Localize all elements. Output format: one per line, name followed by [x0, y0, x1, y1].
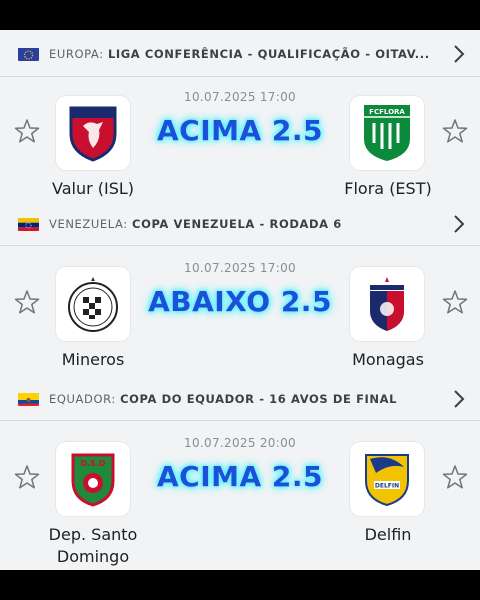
- away-team-name: Monagas: [352, 350, 424, 369]
- team-logo-valur[interactable]: [56, 96, 130, 170]
- divider: [0, 245, 480, 246]
- chevron-right-icon[interactable]: [452, 388, 466, 410]
- league-title: VENEZUELA: COPA VENEZUELA - RODADA 6: [49, 217, 440, 231]
- ecuador-flag-icon: [18, 392, 39, 406]
- favorite-star-icon[interactable]: [14, 464, 40, 490]
- league-competition: LIGA CONFERÊNCIA - QUALIFICAÇÃO - OITAV.…: [107, 47, 430, 61]
- home-team-name-line1: Dep. Santo: [48, 525, 138, 544]
- league-title: EQUADOR: COPA DO EQUADOR - 16 AVOS DE FI…: [49, 392, 440, 406]
- league-header-venezuela[interactable]: VENEZUELA: COPA VENEZUELA - RODADA 6: [0, 206, 480, 242]
- favorite-star-icon[interactable]: [442, 118, 468, 144]
- league-header-europa[interactable]: EUROPA: LIGA CONFERÊNCIA - QUALIFICAÇÃO …: [0, 36, 480, 72]
- league-country: EQUADOR:: [49, 392, 116, 406]
- chevron-right-icon[interactable]: [452, 213, 466, 235]
- favorite-star-icon[interactable]: [442, 464, 468, 490]
- league-country: EUROPA:: [49, 47, 104, 61]
- flora-crest-icon: FCFLORA: [364, 105, 410, 161]
- league-header-equador[interactable]: EQUADOR: COPA DO EQUADOR - 16 AVOS DE FI…: [0, 381, 480, 417]
- divider: [0, 76, 480, 77]
- prediction-label: ABAIXO 2.5: [148, 285, 332, 318]
- home-team-name: Valur (ISL): [51, 179, 135, 198]
- league-competition: COPA VENEZUELA - RODADA 6: [132, 217, 342, 231]
- home-team-name: Dep. Santo Domingo: [28, 524, 158, 568]
- prediction-label: ACIMA 2.5: [156, 114, 324, 147]
- dsd-crest-icon: D.S.D: [71, 453, 115, 507]
- mineros-crest-icon: [68, 277, 118, 332]
- dsd-logo-text: D.S.D: [80, 459, 105, 468]
- delfin-logo-text: DELFIN: [375, 483, 399, 490]
- team-logo-mineros[interactable]: [56, 267, 130, 341]
- league-competition: COPA DO EQUADOR - 16 AVOS DE FINAL: [120, 392, 398, 406]
- team-logo-delfin[interactable]: DELFIN: [350, 442, 424, 516]
- league-country: VENEZUELA:: [49, 217, 128, 231]
- flora-logo-text: FCFLORA: [369, 108, 405, 116]
- divider: [0, 420, 480, 421]
- favorite-star-icon[interactable]: [14, 289, 40, 315]
- match-card-valur-flora[interactable]: 10.07.2025 17:00 ACIMA 2.5 FCFLORA Valur…: [0, 88, 480, 218]
- monagas-crest-icon: [370, 277, 404, 331]
- prediction-label: ACIMA 2.5: [156, 460, 324, 493]
- away-team-name: Flora (EST): [344, 179, 432, 198]
- team-logo-flora[interactable]: FCFLORA: [350, 96, 424, 170]
- away-team-name: Delfin: [364, 525, 412, 544]
- match-card-dsd-delfin[interactable]: 10.07.2025 20:00 D.S.D ACIMA 2.5 DELFIN: [0, 434, 480, 570]
- chevron-right-icon[interactable]: [452, 43, 466, 65]
- match-card-mineros-monagas[interactable]: 10.07.2025 17:00 ABAIXO 2.5 Mineros Mona…: [0, 259, 480, 389]
- home-team-name-line2: Domingo: [56, 547, 130, 566]
- favorite-star-icon[interactable]: [14, 118, 40, 144]
- league-title: EUROPA: LIGA CONFERÊNCIA - QUALIFICAÇÃO …: [49, 47, 440, 61]
- home-team-name: Mineros: [61, 350, 125, 369]
- match-list-screen: EUROPA: LIGA CONFERÊNCIA - QUALIFICAÇÃO …: [0, 30, 480, 570]
- team-logo-monagas[interactable]: [350, 267, 424, 341]
- europe-flag-icon: [18, 47, 39, 61]
- delfin-crest-icon: DELFIN: [365, 454, 409, 507]
- valur-crest-icon: [69, 106, 117, 162]
- venezuela-flag-icon: [18, 217, 39, 231]
- team-logo-dep-santo-domingo[interactable]: D.S.D: [56, 442, 130, 516]
- favorite-star-icon[interactable]: [442, 289, 468, 315]
